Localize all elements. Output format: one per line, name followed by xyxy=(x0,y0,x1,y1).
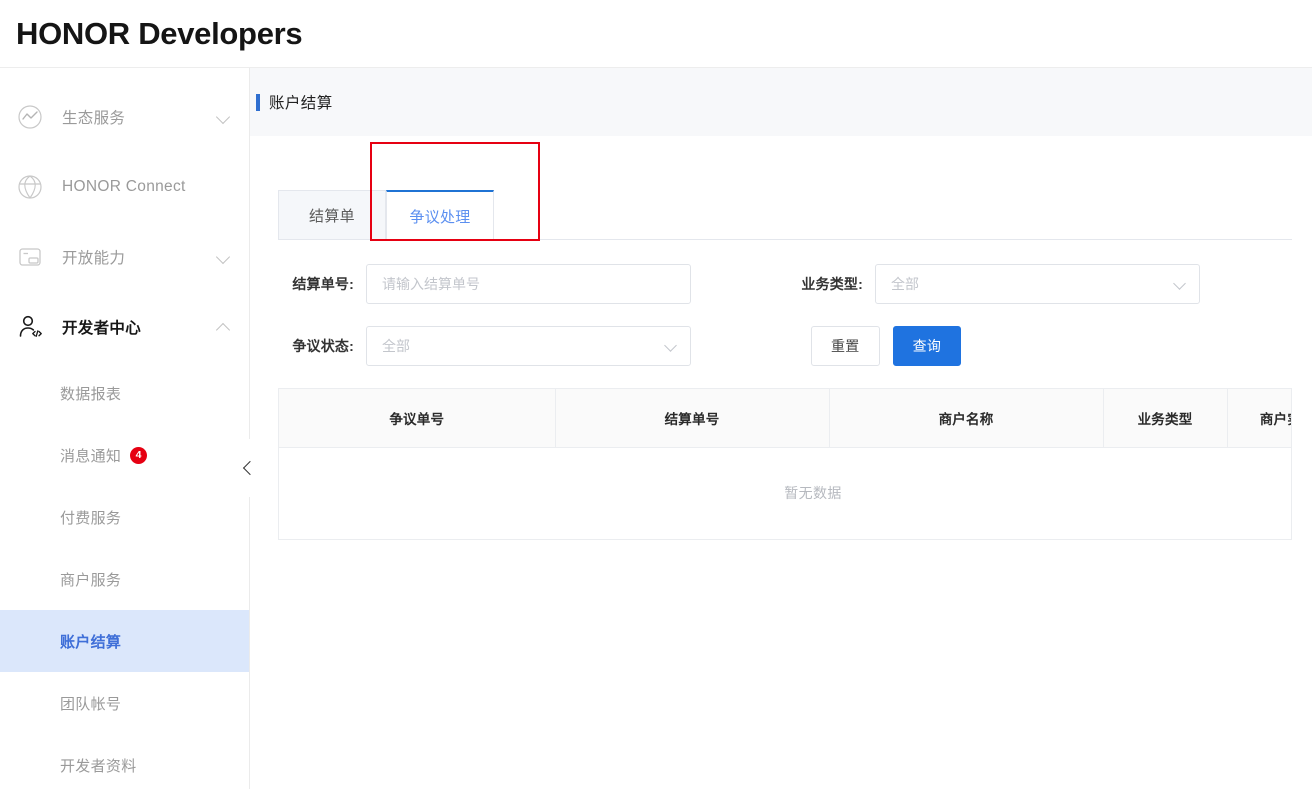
chevron-down-icon[interactable] xyxy=(213,246,235,268)
filter-form: 结算单号: 业务类型: 全部 xyxy=(278,240,1312,366)
business-type-value: 全部 xyxy=(891,276,919,292)
sidebar-item-label: 消息通知 xyxy=(60,447,122,465)
notification-badge: 4 xyxy=(130,446,148,464)
column-header-business-type: 业务类型 xyxy=(1103,389,1228,448)
sidebar-item-message-notification[interactable]: 消息通知 4 xyxy=(0,424,249,486)
reset-button[interactable]: 重置 xyxy=(811,326,880,366)
column-header-merchant-actual-receipt: 商户实收 xyxy=(1227,389,1291,448)
sidebar-group-label: 生态服务 xyxy=(62,110,126,127)
sidebar-group-open-capability[interactable]: 开放能力 xyxy=(0,222,249,292)
chart-circle-icon xyxy=(14,101,46,133)
content-card: 结算单 争议处理 结算单号: 请输入结算单号 业务类型: 全部 争议状态: 全部… xyxy=(250,136,1312,789)
window-icon xyxy=(14,241,46,273)
developer-person-code-icon xyxy=(14,311,46,343)
sidebar-item-developer-profile[interactable]: 开发者资料 xyxy=(0,734,249,789)
sidebar-item-data-report[interactable]: 数据报表 xyxy=(0,362,249,424)
chevron-down-icon xyxy=(665,340,678,353)
empty-state-text: 暂无数据 xyxy=(279,447,1291,540)
table-header-row: 争议单号 结算单号 商户名称 业务类型 商户实收 xyxy=(279,389,1291,448)
chevron-up-icon[interactable] xyxy=(213,316,235,338)
query-button[interactable]: 查询 xyxy=(892,326,962,366)
body-layout: 生态服务 HONOR Connect 开放能力 开发者中心 数据报表 消息通知 … xyxy=(0,68,1312,789)
reset-button-label: 重置 xyxy=(831,338,860,354)
table-head: 争议单号 结算单号 商户名称 业务类型 商户实收 xyxy=(279,389,1291,448)
tab-bar: 结算单 争议处理 xyxy=(278,136,1312,241)
sidebar-group-label: 开发者中心 xyxy=(62,320,142,337)
sidebar-item-label: 付费服务 xyxy=(60,509,122,527)
dispute-status-value: 全部 xyxy=(382,338,410,354)
dispute-table: 争议单号 结算单号 商户名称 业务类型 商户实收 暂无数据 xyxy=(278,388,1292,540)
tab-dispute-handling[interactable]: 争议处理 xyxy=(386,190,494,240)
sidebar-item-team-account[interactable]: 团队帐号 xyxy=(0,672,249,734)
brand-title: HONOR Developers xyxy=(16,16,303,51)
dispute-status-label: 争议状态: xyxy=(292,338,354,354)
sidebar-item-account-settlement[interactable]: 账户结算 xyxy=(0,610,249,672)
sidebar-group-ecology[interactable]: 生态服务 xyxy=(0,82,249,152)
page-title: 账户结算 xyxy=(269,95,333,112)
business-type-field-group: 业务类型: 全部 xyxy=(787,264,1200,304)
app-root: HONOR Developers 生态服务 HONOR Connect 开放能力… xyxy=(0,0,1312,789)
top-header: HONOR Developers xyxy=(0,0,1312,68)
chevron-down-icon xyxy=(1174,278,1187,291)
tab-label: 结算单 xyxy=(309,208,355,225)
tab-settlement-statement[interactable]: 结算单 xyxy=(278,190,386,240)
filter-row-2: 争议状态: 全部 重置 查询 xyxy=(278,326,1312,366)
filter-row-1: 结算单号: 业务类型: 全部 xyxy=(278,264,1312,304)
sidebar-group-label: 开放能力 xyxy=(62,250,126,267)
sidebar-collapse-handle[interactable] xyxy=(238,439,258,497)
settlement-no-label: 结算单号: xyxy=(292,276,354,292)
sidebar-item-label: 开发者资料 xyxy=(60,757,137,775)
connect-globe-icon xyxy=(14,171,46,203)
chevron-down-icon[interactable] xyxy=(213,106,235,128)
table-body: 暂无数据 xyxy=(279,447,1291,540)
query-button-label: 查询 xyxy=(912,338,942,354)
settlement-no-input[interactable] xyxy=(366,264,691,304)
sidebar-item-merchant-service[interactable]: 商户服务 xyxy=(0,548,249,610)
dispute-status-select[interactable]: 全部 xyxy=(366,326,691,366)
title-accent-bar xyxy=(256,93,260,111)
table: 争议单号 结算单号 商户名称 业务类型 商户实收 暂无数据 xyxy=(279,389,1291,540)
column-header-merchant-name: 商户名称 xyxy=(829,389,1104,448)
sidebar-item-label: 团队帐号 xyxy=(60,695,122,713)
tab-label: 争议处理 xyxy=(409,208,471,226)
dispute-status-field-group: 争议状态: 全部 xyxy=(278,326,691,366)
sidebar-item-label: 商户服务 xyxy=(60,571,122,589)
sidebar-group-label: HONOR Connect xyxy=(62,178,186,195)
settlement-no-field-group: 结算单号: xyxy=(278,264,691,304)
column-header-dispute-no: 争议单号 xyxy=(279,389,556,448)
page-title-band: 账户结算 xyxy=(250,68,1312,136)
sidebar-group-honor-connect[interactable]: HONOR Connect xyxy=(0,152,249,222)
sidebar-item-label: 数据报表 xyxy=(60,385,122,403)
business-type-label: 业务类型: xyxy=(801,276,863,292)
business-type-select[interactable]: 全部 xyxy=(875,264,1200,304)
main-content: 账户结算 结算单 争议处理 结算单号: 请输入结算单号 业务类型: 全部 争议状… xyxy=(250,68,1312,789)
table-empty-row: 暂无数据 xyxy=(279,447,1291,540)
sidebar-item-paid-service[interactable]: 付费服务 xyxy=(0,486,249,548)
column-header-settlement-no: 结算单号 xyxy=(555,389,830,448)
sidebar-item-label: 账户结算 xyxy=(60,633,122,651)
sidebar: 生态服务 HONOR Connect 开放能力 开发者中心 数据报表 消息通知 … xyxy=(0,68,258,789)
sidebar-group-developer-center[interactable]: 开发者中心 xyxy=(0,292,249,362)
